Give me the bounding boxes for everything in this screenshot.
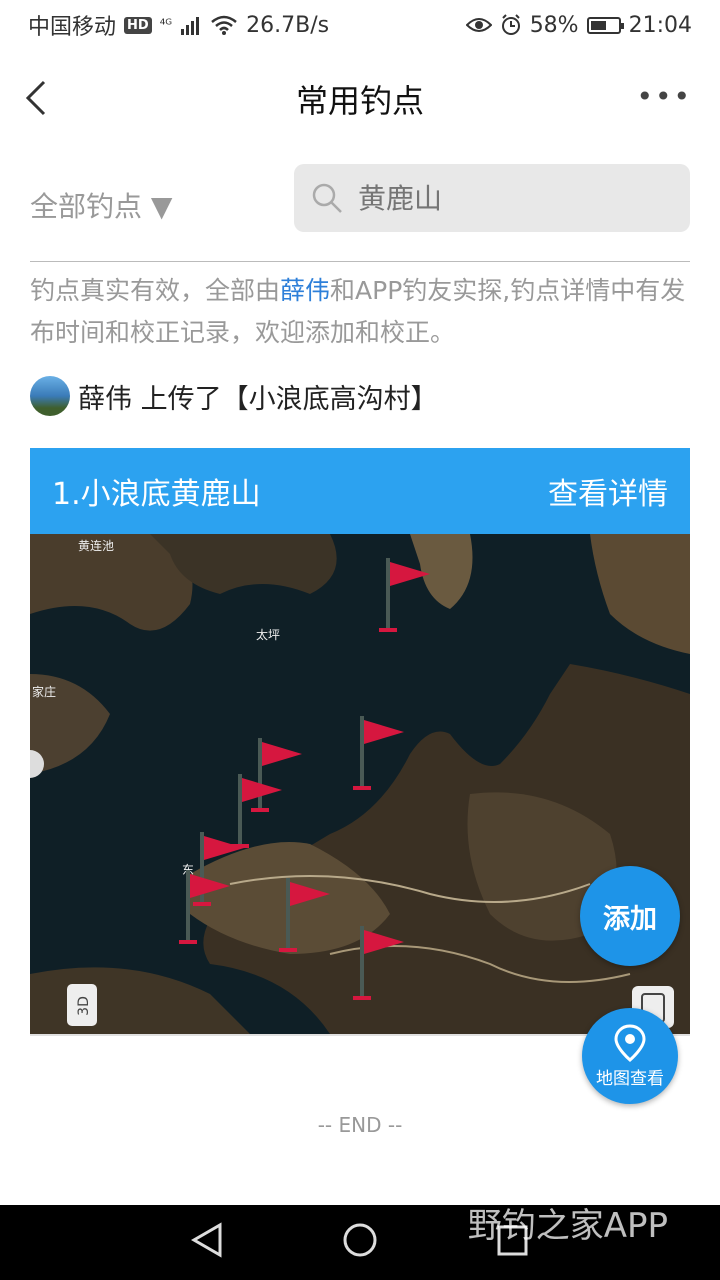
- notice-text: 钓点真实有效，全部由薛伟和APP钓友实探,钓点详情中有发布时间和校正记录，欢迎添…: [30, 270, 690, 354]
- map-image: 黄连池 太坪 家庄 东 3D: [30, 534, 690, 1034]
- alarm-icon: [501, 14, 520, 35]
- author-link[interactable]: 薛伟: [280, 276, 330, 305]
- back-triangle-icon[interactable]: [190, 1222, 224, 1258]
- list-end-marker: -- END --: [317, 1113, 403, 1137]
- network-speed: 26.7B/s: [246, 12, 330, 38]
- search-box[interactable]: [294, 164, 690, 232]
- upload-text: 薛伟 上传了【小浪底高沟村】: [78, 383, 438, 415]
- location-pin-icon: [614, 1023, 646, 1062]
- battery-percent: 58%: [529, 12, 579, 38]
- avatar[interactable]: [30, 376, 70, 416]
- page-title: 常用钓点: [295, 82, 424, 120]
- view-details-link[interactable]: 查看详情: [548, 469, 668, 513]
- app-watermark: 野钓之家APP: [467, 1206, 668, 1246]
- carrier-label: 中国移动: [28, 15, 117, 40]
- map-view-button[interactable]: 地图查看: [582, 1008, 678, 1104]
- nav-bar: 常用钓点 •••: [0, 50, 720, 144]
- divider: [30, 261, 690, 262]
- battery-icon: [586, 16, 624, 34]
- wifi-icon: [211, 15, 237, 35]
- satellite-map[interactable]: 黄连池 太坪 家庄 东 3D: [30, 534, 690, 1036]
- map-view-label: 地图查看: [596, 1068, 664, 1089]
- map-label: 家庄: [32, 684, 56, 699]
- clock: 21:04: [628, 12, 692, 38]
- signal-icon: [181, 17, 200, 35]
- status-bar: 中国移动 HD ⁴ᴳ 26.7B/s 58% 21:04: [0, 0, 720, 50]
- 3d-badge: 3D: [76, 996, 92, 1016]
- map-label: 黄连池: [78, 538, 114, 553]
- home-circle-icon[interactable]: [342, 1222, 378, 1258]
- search-icon: [312, 183, 342, 213]
- eye-icon: [465, 18, 492, 32]
- add-spot-button[interactable]: 添加: [580, 866, 680, 966]
- hd-badge: HD: [124, 16, 152, 34]
- search-input[interactable]: [356, 180, 660, 216]
- upload-feed-item[interactable]: 薛伟 上传了【小浪底高沟村】: [30, 376, 438, 416]
- network-type: ⁴ᴳ: [159, 17, 173, 33]
- map-label: 太坪: [256, 627, 280, 642]
- spot-filter-dropdown[interactable]: 全部钓点 ▼: [30, 185, 172, 225]
- spot-card-header[interactable]: 1.小浪底黄鹿山 查看详情: [30, 448, 690, 534]
- spot-title: 1.小浪底黄鹿山: [52, 477, 261, 512]
- more-options-icon[interactable]: •••: [636, 80, 692, 113]
- notice-part1: 钓点真实有效，全部由: [30, 276, 281, 305]
